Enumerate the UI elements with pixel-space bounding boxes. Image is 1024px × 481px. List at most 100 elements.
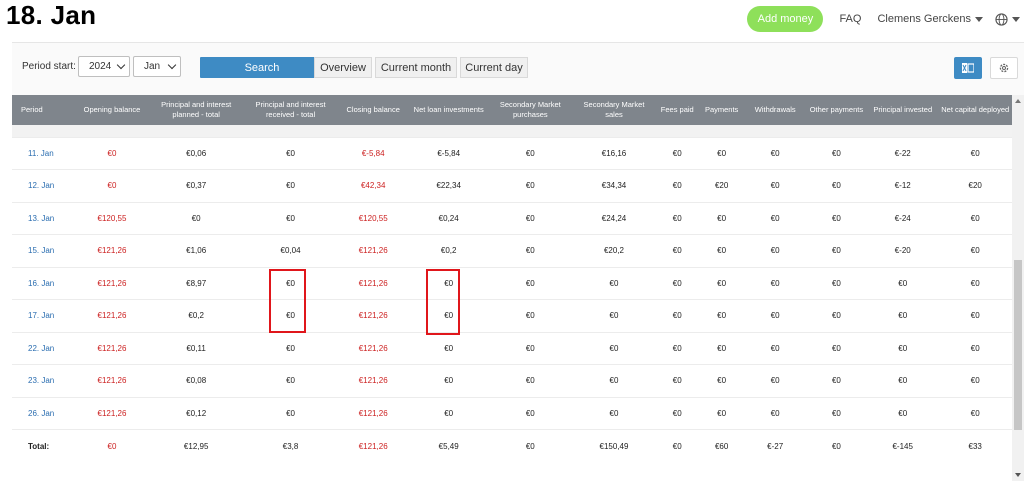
table-cell: €0 bbox=[107, 441, 117, 451]
period-link[interactable]: 22. Jan bbox=[12, 332, 76, 365]
table-spacer bbox=[12, 125, 1012, 138]
table-cell: €0 bbox=[805, 332, 868, 365]
table-cell: €0,06 bbox=[148, 137, 244, 170]
settings-button[interactable] bbox=[990, 57, 1018, 79]
table-scrollbar[interactable] bbox=[1012, 95, 1024, 481]
gear-icon bbox=[999, 63, 1009, 73]
statement-panel: Period start: 2024 Jan Search Overview C… bbox=[12, 42, 1024, 481]
table-cell: €0 bbox=[938, 299, 1012, 333]
table-cell: €-24 bbox=[867, 202, 939, 235]
current-month-button[interactable]: Current month bbox=[375, 57, 457, 78]
table-cell: €0 bbox=[867, 332, 939, 365]
table-cell: €0 bbox=[938, 267, 1012, 300]
table-row: 17. Jan €121,26 €0,2 €0 €121,26 €0 €0 €0 €0 €0 €0 €… bbox=[12, 299, 1012, 333]
table-cell: €0 bbox=[572, 267, 656, 300]
search-button[interactable]: Search bbox=[200, 57, 324, 78]
table-row: 23. Jan €121,26 €0,08 €0 €121,26 €0 €0 €0 €0 €0 €0… bbox=[12, 364, 1012, 398]
period-link[interactable]: 12. Jan bbox=[12, 169, 76, 203]
table-cell: €0,24 bbox=[408, 202, 489, 235]
header-planned-total[interactable]: Principal and interest planned - total bbox=[148, 95, 244, 125]
table-cell: €0 bbox=[488, 299, 573, 333]
header-fees-paid[interactable]: Fees paid bbox=[655, 95, 699, 125]
user-menu[interactable]: Clemens Gerckens bbox=[877, 13, 983, 25]
table-cell: €0,11 bbox=[148, 332, 244, 365]
header-payments[interactable]: Payments bbox=[698, 95, 745, 125]
table-cell: €0 bbox=[698, 234, 745, 268]
table-cell: €42,34 bbox=[337, 169, 409, 203]
table-cell: €0 bbox=[655, 299, 699, 333]
period-link[interactable]: 17. Jan bbox=[12, 299, 76, 333]
period-link[interactable]: 23. Jan bbox=[12, 364, 76, 398]
table-cell: €0 bbox=[831, 441, 841, 451]
table-cell: €0 bbox=[488, 267, 573, 300]
statement-table: Period Opening balance Principal and int… bbox=[12, 95, 1012, 462]
table-cell: €120,55 bbox=[75, 202, 149, 235]
table-cell: €0,04 bbox=[243, 234, 338, 268]
add-money-button[interactable]: Add money bbox=[747, 6, 824, 32]
current-day-button[interactable]: Current day bbox=[460, 57, 528, 78]
header-withdrawals[interactable]: Withdrawals bbox=[744, 95, 806, 125]
table-cell: €22,34 bbox=[408, 169, 489, 203]
table-cell: €0 bbox=[698, 299, 745, 333]
header-other-payments[interactable]: Other payments bbox=[805, 95, 868, 125]
highlight-box-net-loan bbox=[426, 269, 460, 335]
table-cell: €0 bbox=[243, 169, 338, 203]
header-principal-invested[interactable]: Principal invested bbox=[867, 95, 939, 125]
year-select[interactable]: 2024 bbox=[78, 56, 130, 77]
statement-table-container[interactable]: Period Opening balance Principal and int… bbox=[12, 95, 1012, 481]
period-link[interactable]: 13. Jan bbox=[12, 202, 76, 235]
period-link[interactable]: 26. Jan bbox=[12, 397, 76, 430]
user-name: Clemens Gerckens bbox=[877, 13, 971, 25]
header-sm-sales[interactable]: Secondary Market sales bbox=[572, 95, 656, 125]
table-cell: €20 bbox=[698, 169, 745, 203]
table-cell: €0 bbox=[243, 364, 338, 398]
scroll-down-icon[interactable] bbox=[1015, 473, 1021, 477]
header-received-total[interactable]: Principal and interest received - total bbox=[243, 95, 338, 125]
table-cell: €0 bbox=[744, 299, 806, 333]
table-cell: €121,26 bbox=[337, 364, 409, 398]
table-cell: €0 bbox=[672, 441, 682, 451]
table-cell: €0 bbox=[655, 364, 699, 398]
table-cell: €0 bbox=[938, 397, 1012, 430]
header-net-loan-investments[interactable]: Net loan investments bbox=[408, 95, 489, 125]
chevron-down-icon bbox=[167, 60, 177, 70]
faq-link[interactable]: FAQ bbox=[839, 13, 861, 25]
excel-export-icon bbox=[962, 63, 974, 73]
table-cell: €0 bbox=[655, 137, 699, 170]
table-cell: €0 bbox=[243, 137, 338, 170]
table-cell: €24,24 bbox=[572, 202, 656, 235]
table-cell: €0 bbox=[488, 234, 573, 268]
highlight-box-received bbox=[269, 269, 306, 333]
header-net-capital-deployed[interactable]: Net capital deployed bbox=[938, 95, 1012, 125]
table-cell: €0 bbox=[408, 332, 489, 365]
excel-export-button[interactable] bbox=[954, 57, 982, 79]
table-cell: €0 bbox=[698, 267, 745, 300]
globe-icon bbox=[995, 12, 1008, 26]
table-cell: €0,37 bbox=[148, 169, 244, 203]
scroll-up-icon[interactable] bbox=[1015, 99, 1021, 103]
table-cell: €20,2 bbox=[572, 234, 656, 268]
scroll-thumb[interactable] bbox=[1014, 260, 1022, 430]
period-link[interactable]: 16. Jan bbox=[12, 267, 76, 300]
table-row: 22. Jan €121,26 €0,11 €0 €121,26 €0 €0 €0 €0 €0 €0… bbox=[12, 332, 1012, 365]
table-cell: €0 bbox=[805, 364, 868, 398]
table-cell: €0 bbox=[75, 169, 149, 203]
table-cell: €-5,84 bbox=[408, 137, 489, 170]
header-period[interactable]: Period bbox=[12, 95, 76, 125]
period-link[interactable]: 11. Jan bbox=[12, 137, 76, 170]
period-link[interactable]: 15. Jan bbox=[12, 234, 76, 268]
header-closing-balance[interactable]: Closing balance bbox=[337, 95, 409, 125]
header-sm-purchases[interactable]: Secondary Market purchases bbox=[488, 95, 573, 125]
table-cell: €0 bbox=[805, 137, 868, 170]
month-select[interactable]: Jan bbox=[133, 56, 181, 77]
table-cell: €0 bbox=[938, 364, 1012, 398]
table-cell: €0 bbox=[744, 234, 806, 268]
chevron-down-icon bbox=[975, 16, 983, 22]
header-opening-balance[interactable]: Opening balance bbox=[75, 95, 149, 125]
table-row: 15. Jan €121,26 €1,06 €0,04 €121,26 €0,2 €0 €20… bbox=[12, 234, 1012, 268]
language-menu[interactable] bbox=[995, 12, 1020, 26]
table-cell: €0 bbox=[75, 137, 149, 170]
table-cell: €0 bbox=[744, 169, 806, 203]
overview-button[interactable]: Overview bbox=[314, 57, 372, 78]
table-cell: €0,2 bbox=[148, 299, 244, 333]
